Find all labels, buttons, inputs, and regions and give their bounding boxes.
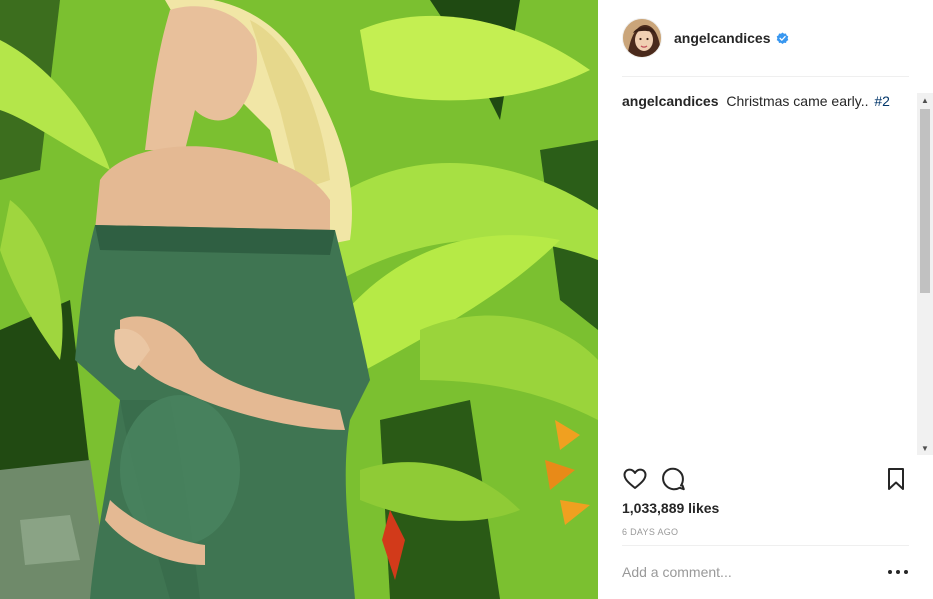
speech-bubble-icon bbox=[662, 467, 685, 491]
comment-button[interactable] bbox=[660, 466, 686, 492]
avatar-image bbox=[623, 19, 661, 57]
scroll-thumb[interactable] bbox=[920, 109, 930, 293]
header-divider bbox=[622, 76, 909, 77]
bookmark-icon bbox=[888, 468, 904, 490]
ellipsis-dot bbox=[904, 570, 908, 574]
post-timestamp: 6 DAYS AGO bbox=[622, 527, 679, 537]
heart-outline-icon bbox=[623, 468, 647, 489]
post-caption: angelcandices Christmas came early.. #2 bbox=[622, 92, 907, 110]
caption-text: Christmas came early.. bbox=[726, 93, 869, 109]
like-count[interactable]: 1,033,889 likes bbox=[622, 500, 719, 516]
post-header: angelcandices bbox=[622, 16, 909, 60]
post-photo[interactable] bbox=[0, 0, 598, 599]
more-options-button[interactable] bbox=[888, 564, 908, 580]
scroll-up-arrow-icon[interactable]: ▲ bbox=[917, 93, 933, 107]
username[interactable]: angelcandices bbox=[674, 30, 771, 46]
comment-input[interactable] bbox=[622, 560, 877, 584]
caption-username[interactable]: angelcandices bbox=[622, 93, 719, 109]
post-side-panel: angelcandices angelcandices Christmas ca… bbox=[598, 0, 933, 599]
save-button[interactable] bbox=[883, 466, 909, 492]
comment-divider bbox=[622, 545, 909, 546]
caption-hashtag[interactable]: #2 bbox=[874, 93, 890, 109]
verified-badge-icon bbox=[776, 31, 788, 44]
ellipsis-dot bbox=[896, 570, 900, 574]
like-button[interactable] bbox=[622, 466, 648, 492]
ellipsis-dot bbox=[888, 570, 892, 574]
avatar[interactable] bbox=[622, 18, 662, 58]
post-actions bbox=[622, 466, 909, 492]
scroll-down-arrow-icon[interactable]: ▼ bbox=[917, 441, 933, 455]
caption-scrollbar[interactable]: ▲ ▼ bbox=[917, 93, 933, 455]
post-image bbox=[0, 0, 598, 599]
